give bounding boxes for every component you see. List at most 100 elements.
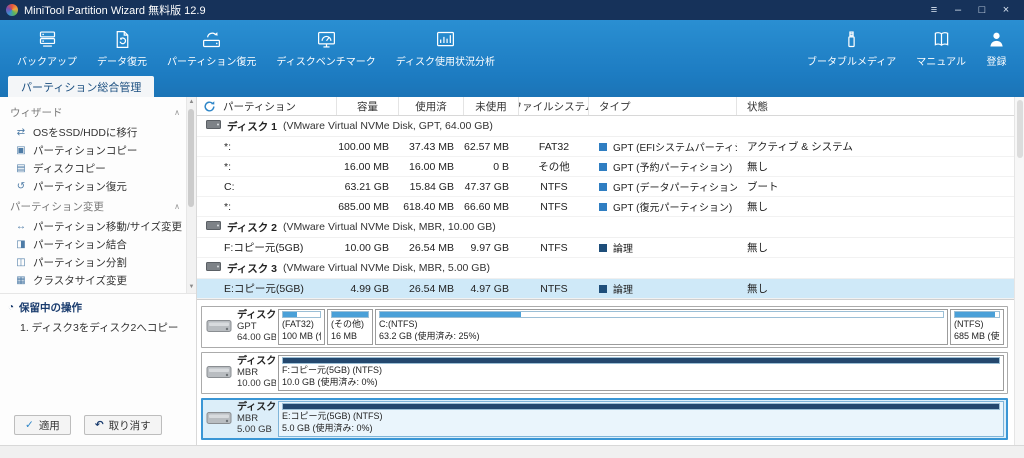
sidebar-item-merge-partition[interactable]: ◨ パーティション結合 bbox=[8, 235, 184, 253]
section-header-partition-change[interactable]: パーティション変更 ∧ bbox=[8, 195, 184, 217]
partition-row[interactable]: *: 16.00 MB 16.00 MB 0 B その他 GPT (予約パーティ… bbox=[197, 157, 1014, 177]
type-color-square bbox=[599, 143, 607, 151]
type-color-square bbox=[599, 285, 607, 293]
diskmap-disk-3[interactable]: ディスク 3 MBR 5.00 GB E:コピー元(5GB) (NTFS) 5.… bbox=[201, 398, 1008, 440]
data-recovery-button[interactable]: データ復元 bbox=[88, 23, 156, 70]
type-color-square bbox=[599, 244, 607, 252]
diskmap-disk2-info: ディスク 2 MBR 10.00 GB bbox=[202, 353, 276, 393]
diskmap-partition-efi[interactable]: (FAT32) 100 MB (使.. bbox=[278, 309, 325, 345]
scrollbar-thumb[interactable] bbox=[188, 109, 194, 207]
pending-operations-title: ◔ 保留中の操作 bbox=[8, 298, 190, 317]
sidebar-buttons: ✓ 適用 ↶ 取り消す bbox=[0, 407, 196, 445]
disk-map: ディスク 1 GPT 64.00 GB (FAT32) 100 MB (使.. bbox=[197, 299, 1014, 445]
main-scrollbar[interactable] bbox=[1014, 97, 1024, 445]
disk-icon bbox=[206, 221, 221, 233]
partition-row-selected[interactable]: E:コピー元(5GB) 4.99 GB 26.54 MB 4.97 GB NTF… bbox=[197, 279, 1014, 299]
chevron-up-icon: ∧ bbox=[174, 108, 180, 117]
titlebar: MiniTool Partition Wizard 無料版 12.9 ≡ – □… bbox=[0, 0, 1024, 20]
diskmap-disk1-info: ディスク 1 GPT 64.00 GB bbox=[202, 307, 276, 347]
tab-bar: パーティション総合管理 bbox=[0, 74, 1024, 97]
disk-icon bbox=[206, 262, 221, 274]
col-status: 状態 bbox=[737, 97, 1014, 115]
diskmap-partition-recovery[interactable]: (NTFS) 685 MB (使.. bbox=[950, 309, 1004, 345]
col-unused: 未使用 bbox=[464, 97, 519, 115]
partition-row[interactable]: F:コピー元(5GB) 10.00 GB 26.54 MB 9.97 GB NT… bbox=[197, 238, 1014, 258]
scroll-up-icon[interactable]: ▲ bbox=[189, 97, 195, 108]
status-bar bbox=[0, 445, 1024, 458]
partition-table-header: パーティション 容量 使用済 未使用 ファイルシステム タイプ 状態 bbox=[197, 97, 1014, 116]
scrollbar-thumb[interactable] bbox=[1017, 100, 1023, 158]
diskmap-disk3-info: ディスク 3 MBR 5.00 GB bbox=[202, 399, 276, 439]
pending-operations-icon: ◔ bbox=[8, 302, 14, 313]
sidebar-item-copy-partition[interactable]: ▣ パーティションコピー bbox=[8, 141, 184, 159]
type-color-square bbox=[599, 183, 607, 191]
migrate-os-icon: ⇄ bbox=[15, 127, 27, 138]
partition-recovery-icon bbox=[201, 29, 222, 50]
chevron-up-icon: ∧ bbox=[174, 202, 180, 211]
diskmap-partition-f[interactable]: F:コピー元(5GB) (NTFS) 10.0 GB (使用済み: 0%) bbox=[278, 355, 1004, 391]
diskmap-disk-2[interactable]: ディスク 2 MBR 10.00 GB F:コピー元(5GB) (NTFS) 1… bbox=[201, 352, 1008, 394]
sidebar-scrollbar[interactable]: ▲ ▼ bbox=[186, 97, 196, 293]
usage-strip bbox=[331, 311, 369, 318]
apply-button[interactable]: ✓ 適用 bbox=[14, 415, 71, 435]
diskmap-disk-1[interactable]: ディスク 1 GPT 64.00 GB (FAT32) 100 MB (使.. bbox=[201, 306, 1008, 348]
merge-partition-icon: ◨ bbox=[15, 239, 27, 250]
scroll-down-icon[interactable]: ▼ bbox=[189, 282, 195, 293]
undo-button[interactable]: ↶ 取り消す bbox=[84, 415, 162, 435]
minimize-icon[interactable]: – bbox=[946, 1, 970, 19]
bootable-media-icon bbox=[841, 29, 862, 50]
refresh-icon[interactable] bbox=[203, 100, 216, 113]
diskmap-partition-c[interactable]: C:(NTFS) 63.2 GB (使用済み: 25%) bbox=[375, 309, 948, 345]
disk-benchmark-button[interactable]: ディスクベンチマーク bbox=[267, 23, 384, 70]
partition-table: パーティション 容量 使用済 未使用 ファイルシステム タイプ 状態 ディスク … bbox=[197, 97, 1014, 299]
pending-operations-panel: ◔ 保留中の操作 1. ディスク3をディスク2へコピー bbox=[0, 293, 196, 339]
partition-row[interactable]: C: 63.21 GB 15.84 GB 47.37 GB NTFS GPT (… bbox=[197, 177, 1014, 197]
disk2-group-header[interactable]: ディスク 2 (VMware Virtual NVMe Disk, MBR, 1… bbox=[197, 217, 1014, 238]
pending-operation-item[interactable]: 1. ディスク3をディスク2へコピー bbox=[8, 317, 190, 337]
diskmap-partition-reserved[interactable]: (その他) 16 MB bbox=[327, 309, 373, 345]
maximize-icon[interactable]: □ bbox=[970, 1, 994, 19]
col-used: 使用済 bbox=[399, 97, 464, 115]
disk1-group-header[interactable]: ディスク 1 (VMware Virtual NVMe Disk, GPT, 6… bbox=[197, 116, 1014, 137]
sidebar-item-partition-recovery[interactable]: ↺ パーティション復元 bbox=[8, 177, 184, 195]
partition-recovery-button[interactable]: パーティション復元 bbox=[158, 23, 265, 70]
disk3-group-header[interactable]: ディスク 3 (VMware Virtual NVMe Disk, MBR, 5… bbox=[197, 258, 1014, 279]
disk-icon bbox=[206, 120, 221, 132]
partition-row[interactable]: *: 100.00 MB 37.43 MB 62.57 MB FAT32 GPT… bbox=[197, 137, 1014, 157]
data-recovery-icon bbox=[112, 29, 133, 50]
split-partition-icon: ◫ bbox=[15, 257, 27, 268]
main-panel: パーティション 容量 使用済 未使用 ファイルシステム タイプ 状態 ディスク … bbox=[197, 97, 1014, 445]
sidebar-item-move-resize[interactable]: ↔ パーティション移動/サイズ変更 bbox=[8, 217, 184, 235]
sidebar-item-cluster-size[interactable]: ▦ クラスタサイズ変更 bbox=[8, 271, 184, 289]
sidebar-item-split-partition[interactable]: ◫ パーティション分割 bbox=[8, 253, 184, 271]
register-icon bbox=[986, 29, 1007, 50]
check-icon: ✓ bbox=[25, 419, 34, 431]
toolbar: バックアップ データ復元 bbox=[0, 20, 1024, 74]
manual-icon bbox=[931, 29, 952, 50]
section-header-wizard[interactable]: ウィザード ∧ bbox=[8, 101, 184, 123]
app-window: MiniTool Partition Wizard 無料版 12.9 ≡ – □… bbox=[0, 0, 1024, 458]
menu-icon[interactable]: ≡ bbox=[922, 1, 946, 19]
usage-strip bbox=[282, 357, 1000, 364]
content: ウィザード ∧ ⇄ OSをSSD/HDDに移行 ▣ パーティションコピー ▤ デ… bbox=[0, 97, 1024, 445]
close-icon[interactable]: × bbox=[994, 1, 1018, 19]
sidebar-scroll-area: ウィザード ∧ ⇄ OSをSSD/HDDに移行 ▣ パーティションコピー ▤ デ… bbox=[0, 97, 196, 293]
disk-drive-icon bbox=[206, 318, 232, 337]
copy-disk-icon: ▤ bbox=[15, 163, 27, 174]
bootable-media-button[interactable]: ブータブルメディア bbox=[798, 23, 905, 70]
undo-arrow-icon: ↶ bbox=[95, 419, 104, 431]
register-button[interactable]: 登録 bbox=[977, 23, 1016, 70]
move-resize-icon: ↔ bbox=[15, 221, 27, 232]
partition-row[interactable]: *: 685.00 MB 618.40 MB 66.60 MB NTFS GPT… bbox=[197, 197, 1014, 217]
disk-usage-analysis-button[interactable]: ディスク使用状況分析 bbox=[387, 23, 504, 70]
usage-strip bbox=[282, 403, 1000, 410]
col-capacity: 容量 bbox=[337, 97, 399, 115]
sidebar: ウィザード ∧ ⇄ OSをSSD/HDDに移行 ▣ パーティションコピー ▤ デ… bbox=[0, 97, 197, 445]
sidebar-item-copy-disk[interactable]: ▤ ディスクコピー bbox=[8, 159, 184, 177]
diskmap-partition-e[interactable]: E:コピー元(5GB) (NTFS) 5.0 GB (使用済み: 0%) bbox=[278, 401, 1004, 437]
backup-button[interactable]: バックアップ bbox=[8, 23, 86, 70]
disk-benchmark-icon bbox=[316, 29, 337, 50]
sidebar-item-migrate-os[interactable]: ⇄ OSをSSD/HDDに移行 bbox=[8, 123, 184, 141]
manual-button[interactable]: マニュアル bbox=[907, 23, 975, 70]
tab-partition-management[interactable]: パーティション総合管理 bbox=[8, 76, 154, 97]
